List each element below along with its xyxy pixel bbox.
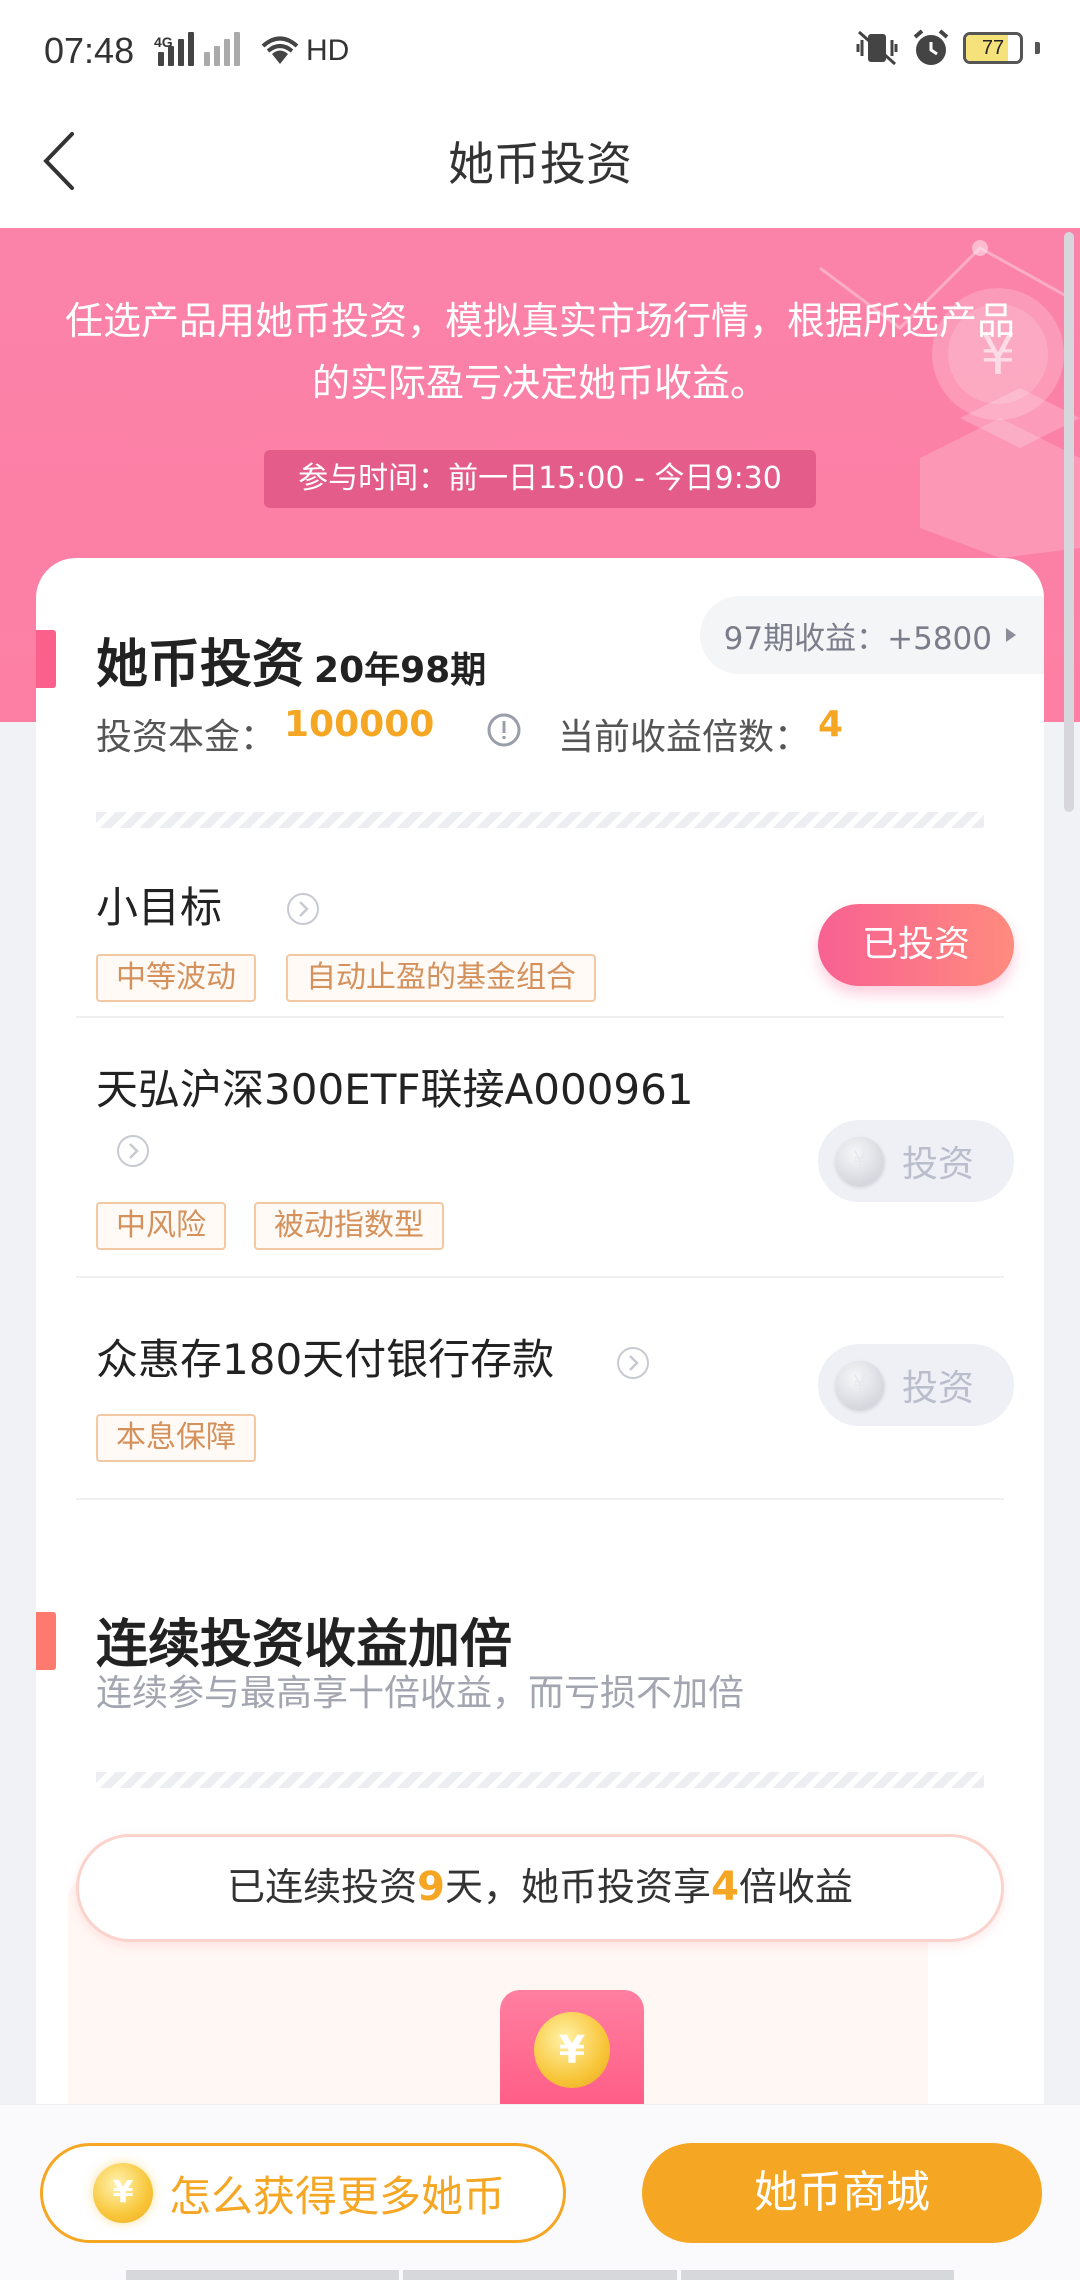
invest-button-label: 投资	[902, 1368, 975, 1409]
coin-icon: ¥	[836, 1361, 884, 1409]
info-icon[interactable]	[486, 712, 522, 748]
bottom-bar: ¥ 怎么获得更多她币 她币商城	[0, 2104, 1080, 2280]
battery-icon: 77	[963, 32, 1023, 64]
streak-multiplier: 4	[711, 1864, 739, 1910]
product-tag: 自动止盈的基金组合	[286, 954, 596, 1002]
streak-status-pill: 已连续投资9天，她币投资享4倍收益	[76, 1834, 1004, 1942]
scrollbar[interactable]	[1064, 232, 1074, 812]
alarm-icon	[913, 29, 949, 65]
invested-button[interactable]: 已投资	[818, 904, 1014, 986]
multiplier-value: 4	[818, 704, 844, 745]
product-row[interactable]: 天弘沪深300ETF联接A000961 中风险 被动指数型 ¥ 投资	[76, 1018, 1014, 1278]
product-name: 众惠存180天付银行存款	[96, 1335, 555, 1384]
banner-description: 任选产品用她币投资，模拟真实市场行情，根据所选产品的实际盈亏决定她币收益。	[64, 299, 1015, 405]
section-accent-bar	[36, 630, 56, 688]
vibrate-icon	[856, 30, 898, 66]
streak-subtitle: 连续参与最高享十倍收益，而亏损不加倍	[96, 1673, 745, 1714]
page-title: 她币投资	[448, 137, 632, 191]
gesture-bar	[126, 2270, 954, 2280]
principal-label: 投资本金：	[96, 717, 277, 758]
product-tag: 被动指数型	[254, 1202, 444, 1250]
streak-middle: 天，她币投资享	[444, 1865, 711, 1909]
streak-day-tile: ¥	[500, 1990, 644, 2108]
main-card: 她币投资 20年98期 97期收益：+5800 投资本金： 100000 当前收益…	[36, 558, 1044, 2108]
product-tag: 中风险	[96, 1202, 226, 1250]
signal-icon-secondary	[204, 32, 240, 66]
arrow-right-icon	[1006, 628, 1016, 642]
stripe-divider	[96, 1772, 984, 1788]
product-tag: 本息保障	[96, 1414, 256, 1462]
chevron-right-icon[interactable]	[616, 1346, 650, 1380]
coin-icon: ¥	[836, 1137, 884, 1185]
principal-value: 100000	[284, 704, 435, 745]
wifi-icon	[261, 36, 299, 64]
signal-icon	[158, 32, 194, 66]
participation-time-badge: 参与时间：前一日15:00 - 今日9:30	[264, 450, 816, 508]
status-icons-right: 77	[855, 28, 1040, 68]
invest-button[interactable]: ¥ 投资	[818, 1344, 1014, 1426]
coin-icon: ¥	[93, 2163, 153, 2223]
product-tag: 中等波动	[96, 954, 256, 1002]
status-time: 07:48	[44, 30, 135, 71]
battery-cap	[1035, 42, 1040, 54]
chevron-right-icon[interactable]	[116, 1134, 150, 1168]
invest-button-label: 投资	[902, 1144, 975, 1185]
section-accent-bar	[36, 1612, 56, 1670]
get-more-coins-button[interactable]: ¥ 怎么获得更多她币	[40, 2143, 566, 2243]
issue-label: 20年98期	[314, 650, 487, 691]
multiplier-label: 当前收益倍数：	[558, 717, 811, 758]
battery-level: 77	[981, 37, 1005, 59]
gold-coin-icon: ¥	[534, 2012, 610, 2088]
invest-section-title: 她币投资 20年98期	[96, 622, 486, 697]
nav-bar: 她币投资	[0, 96, 1080, 228]
prev-earnings-text: 97期收益：+5800	[723, 620, 992, 657]
product-name: 天弘沪深300ETF联接A000961	[96, 1065, 694, 1114]
stripe-divider	[96, 812, 984, 828]
chevron-right-icon[interactable]	[286, 892, 320, 926]
prev-earnings-link[interactable]: 97期收益：+5800	[699, 596, 1044, 674]
get-more-coins-label: 怎么获得更多她币	[169, 2171, 506, 2221]
streak-prefix: 已连续投资	[227, 1865, 418, 1909]
stats-row: 投资本金： 100000 当前收益倍数： 4	[96, 704, 996, 768]
product-row[interactable]: 众惠存180天付银行存款 本息保障 ¥ 投资	[76, 1278, 1014, 1500]
hd-label: HD	[306, 34, 350, 67]
status-bar: 07:48 4G HD 77	[0, 0, 1080, 96]
invest-button[interactable]: ¥ 投资	[818, 1120, 1014, 1202]
product-row[interactable]: 小目标 中等波动 自动止盈的基金组合 已投资	[76, 848, 1014, 1018]
streak-days: 9	[417, 1864, 445, 1910]
product-name: 小目标	[96, 883, 223, 932]
invest-title-text: 她币投资	[96, 635, 305, 695]
coin-mall-button[interactable]: 她币商城	[642, 2143, 1042, 2243]
streak-suffix: 倍收益	[738, 1865, 853, 1909]
